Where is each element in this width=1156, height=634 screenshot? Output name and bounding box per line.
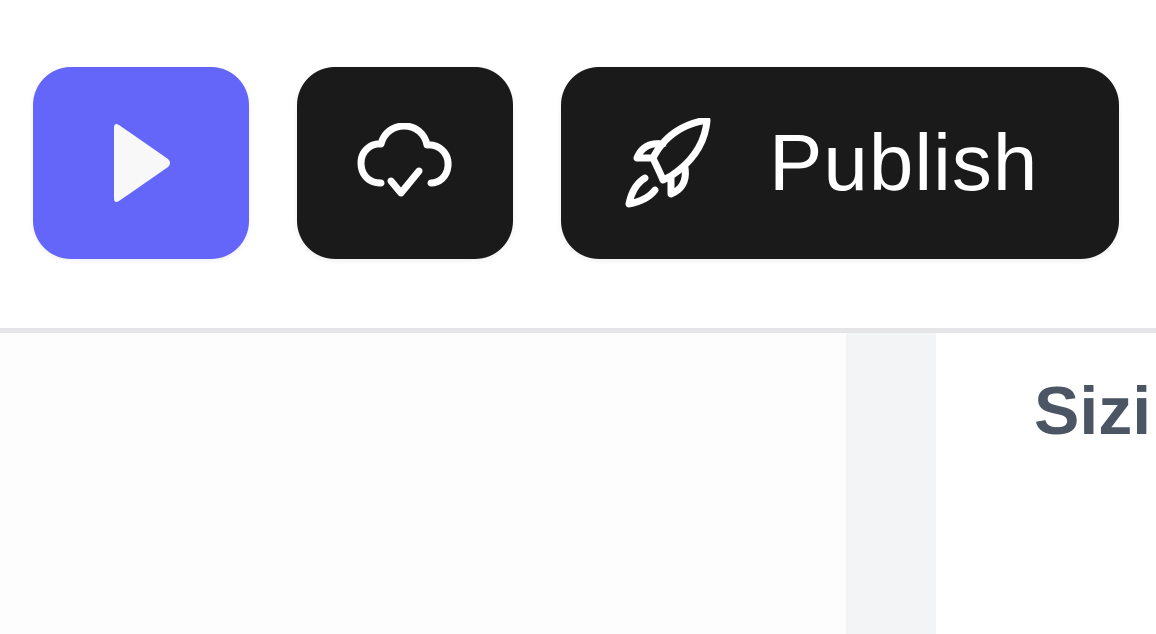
inspector-heading: Sizi — [1034, 373, 1152, 449]
cloud-check-icon — [357, 123, 453, 203]
publish-label: Publish — [769, 118, 1039, 207]
toolbar: Publish — [0, 0, 1156, 328]
rocket-icon — [623, 118, 713, 208]
inspector-panel: Sizi — [936, 333, 1156, 634]
publish-button[interactable]: Publish — [561, 67, 1119, 259]
save-status-button[interactable] — [297, 67, 513, 259]
play-icon — [106, 120, 176, 206]
play-button[interactable] — [33, 67, 249, 259]
canvas-area[interactable] — [0, 333, 846, 634]
panel-gutter — [846, 333, 936, 634]
